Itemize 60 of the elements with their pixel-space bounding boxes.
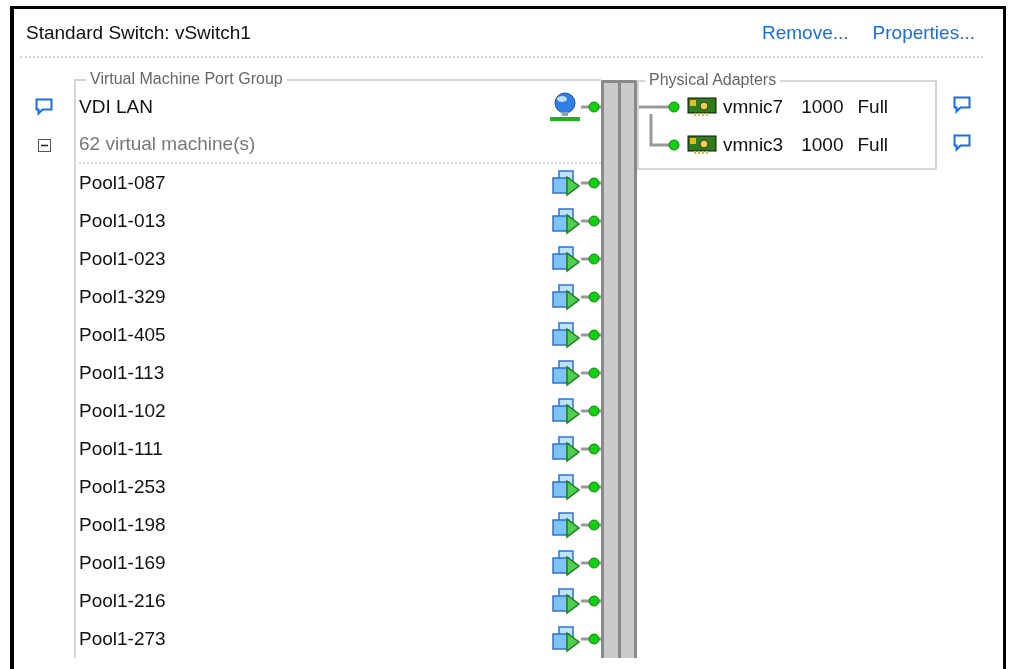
port-connector-icon bbox=[581, 101, 601, 113]
switch-title: Standard Switch: vSwitch1 bbox=[26, 21, 251, 44]
header-link[interactable]: Properties... bbox=[872, 21, 975, 44]
virtual-machine-icon bbox=[551, 435, 581, 463]
virtual-machine-icon bbox=[551, 549, 581, 577]
port-connector-icon bbox=[581, 253, 601, 265]
vm-name[interactable]: Pool1-023 bbox=[79, 248, 551, 270]
adapter-speed: 1000 bbox=[801, 96, 844, 118]
vm-name[interactable]: Pool1-111 bbox=[79, 438, 551, 460]
vm-name[interactable]: Pool1-329 bbox=[79, 286, 551, 308]
vm-name[interactable]: Pool1-113 bbox=[79, 362, 551, 384]
network-globe-icon bbox=[549, 91, 581, 123]
port-connector-icon bbox=[581, 633, 601, 645]
vm-name[interactable]: Pool1-253 bbox=[79, 476, 551, 498]
virtual-machine-icon bbox=[551, 359, 581, 387]
virtual-machine-icon bbox=[551, 473, 581, 501]
virtual-machine-icon bbox=[551, 511, 581, 539]
vm-name[interactable]: Pool1-405 bbox=[79, 324, 551, 346]
vm-name[interactable]: Pool1-102 bbox=[79, 400, 551, 422]
vm-name[interactable]: Pool1-013 bbox=[79, 210, 551, 232]
adapter-name: vmnic7 bbox=[723, 96, 784, 118]
port-connector-icon bbox=[581, 215, 601, 227]
collapse-icon[interactable] bbox=[37, 138, 51, 152]
adapter-name: vmnic3 bbox=[723, 134, 784, 156]
vm-name[interactable]: Pool1-169 bbox=[79, 552, 551, 574]
port-connector-icon bbox=[581, 329, 601, 341]
port-connector-icon bbox=[581, 519, 601, 531]
header-link[interactable]: Remove... bbox=[761, 21, 849, 44]
adapter-speed: 1000 bbox=[801, 134, 844, 156]
port-connector-icon bbox=[581, 367, 601, 379]
comment-icon[interactable] bbox=[953, 96, 971, 114]
virtual-machine-icon bbox=[551, 587, 581, 615]
adapters-legend: Physical Adapters bbox=[645, 71, 781, 89]
comment-icon[interactable] bbox=[953, 134, 971, 152]
vm-name[interactable]: Pool1-087 bbox=[79, 172, 551, 194]
virtual-machine-icon bbox=[551, 207, 581, 235]
virtual-machine-icon bbox=[551, 625, 581, 653]
virtual-machine-icon bbox=[551, 245, 581, 273]
vm-count: 62 virtual machine(s) bbox=[79, 133, 257, 155]
network-card-icon bbox=[687, 135, 717, 155]
vm-name[interactable]: Pool1-198 bbox=[79, 514, 551, 536]
vm-name[interactable]: Pool1-273 bbox=[79, 628, 551, 650]
vm-name[interactable]: Pool1-216 bbox=[79, 590, 551, 612]
port-connector-icon bbox=[581, 595, 601, 607]
adapter-duplex: Full bbox=[857, 96, 889, 118]
port-connector-icon bbox=[581, 481, 601, 493]
network-card-icon bbox=[687, 97, 717, 117]
port-group-name: VDI LAN bbox=[79, 96, 154, 118]
virtual-machine-icon bbox=[551, 283, 581, 311]
port-connector-icon bbox=[581, 557, 601, 569]
port-connector-icon bbox=[581, 177, 601, 189]
virtual-machine-icon bbox=[551, 169, 581, 197]
comment-icon[interactable] bbox=[35, 98, 53, 116]
port-connector-icon bbox=[581, 405, 601, 417]
virtual-machine-icon bbox=[551, 397, 581, 425]
group-legend: Virtual Machine Port Group bbox=[86, 70, 287, 88]
port-connector-icon bbox=[581, 443, 601, 455]
virtual-machine-icon bbox=[551, 321, 581, 349]
adapter-duplex: Full bbox=[857, 134, 889, 156]
port-connector-icon bbox=[581, 291, 601, 303]
